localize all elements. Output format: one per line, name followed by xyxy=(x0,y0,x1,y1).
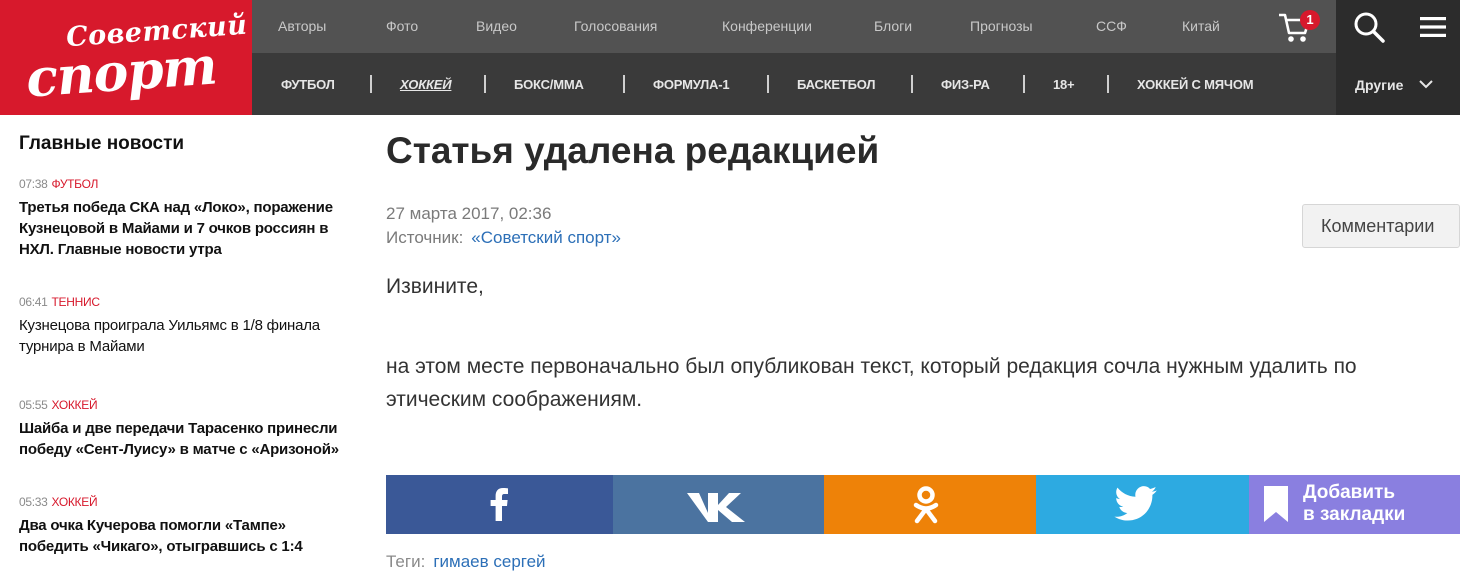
cart-badge: 1 xyxy=(1300,10,1320,30)
sport-nav-item-boxing-mma[interactable]: БОКС/ММА xyxy=(514,77,584,92)
source-label: Источник: xyxy=(386,228,464,247)
news-item[interactable]: 07:38 ФУТБОЛ Третья победа СКА над «Локо»… xyxy=(19,177,344,260)
odnoklassniki-icon xyxy=(913,486,939,524)
sport-nav-item-formula1[interactable]: ФОРМУЛА-1 xyxy=(653,77,730,92)
article-paragraph: Извините, xyxy=(386,275,484,298)
bookmark-label-line1: Добавить xyxy=(1303,482,1396,503)
sidebar-main-news: Главные новости 07:38 ФУТБОЛ Третья побед… xyxy=(0,115,360,582)
sport-nav: ФУТБОЛ ХОККЕЙ БОКС/ММА ФОРМУЛА-1 БАСКЕТБ… xyxy=(252,53,1336,115)
article-paragraph: на этом месте первоначально был опублико… xyxy=(386,355,1357,411)
nav-separator xyxy=(1023,75,1025,93)
cart-button[interactable]: 1 xyxy=(1278,10,1322,44)
news-item[interactable]: 06:41 ТЕННИС Кузнецова проиграла Уильямс … xyxy=(19,295,344,357)
sport-nav-item-football[interactable]: ФУТБОЛ xyxy=(281,77,335,92)
nav-separator xyxy=(623,75,625,93)
news-category[interactable]: ХОККЕЙ xyxy=(52,398,98,412)
sport-nav-item-basketball[interactable]: БАСКЕТБОЛ xyxy=(797,77,876,92)
news-title[interactable]: Шайба и две передачи Тарасенко принесли … xyxy=(19,418,344,460)
share-vk-button[interactable] xyxy=(613,475,824,534)
site-logo[interactable]: Советский спорт xyxy=(0,0,252,115)
nav-separator xyxy=(767,75,769,93)
news-time: 07:38 xyxy=(19,177,48,191)
sport-nav-item-18plus[interactable]: 18+ xyxy=(1053,77,1075,92)
share-twitter-button[interactable] xyxy=(1036,475,1249,534)
news-category[interactable]: ФУТБОЛ xyxy=(52,177,99,191)
news-category[interactable]: ТЕННИС xyxy=(52,295,100,309)
twitter-icon xyxy=(1114,486,1157,521)
article-source: Источник: «Советский спорт» xyxy=(386,228,621,248)
menu-button[interactable] xyxy=(1398,0,1460,53)
top-nav-item-forecasts[interactable]: Прогнозы xyxy=(970,18,1033,34)
nav-separator xyxy=(1107,75,1109,93)
bookmark-icon xyxy=(1264,486,1288,522)
news-time: 06:41 xyxy=(19,295,48,309)
article-title: Статья удалена редакцией xyxy=(386,130,880,171)
tags-label: Теги: xyxy=(386,552,426,571)
news-time: 05:33 xyxy=(19,495,48,509)
news-time: 05:55 xyxy=(19,398,48,412)
top-nav-item-blogs[interactable]: Блоги xyxy=(874,18,912,34)
top-nav-item-conferences[interactable]: Конференции xyxy=(722,18,812,34)
top-nav-item-polls[interactable]: Голосования xyxy=(574,18,657,34)
news-title[interactable]: Третья победа СКА над «Локо», поражение … xyxy=(19,197,344,260)
news-title[interactable]: Кузнецова проиграла Уильямс в 1/8 финала… xyxy=(19,315,344,357)
other-sports-label: Другие xyxy=(1355,77,1404,93)
other-sports-dropdown[interactable]: Другие xyxy=(1336,53,1460,115)
logo-text-line2: спорт xyxy=(24,35,219,110)
sport-nav-item-fizra[interactable]: ФИЗ-РА xyxy=(941,77,990,92)
top-nav-item-ssf[interactable]: ССФ xyxy=(1096,18,1127,34)
news-title[interactable]: Два очка Кучерова помогли «Тампе» победи… xyxy=(19,515,344,557)
nav-separator xyxy=(484,75,486,93)
top-nav-item-video[interactable]: Видео xyxy=(476,18,517,34)
sport-nav-item-hockey[interactable]: ХОККЕЙ xyxy=(400,77,452,92)
tags-row: Теги: гимаев сергей xyxy=(386,552,546,572)
nav-separator xyxy=(911,75,913,93)
top-nav-item-authors[interactable]: Авторы xyxy=(278,18,326,34)
nav-separator xyxy=(370,75,372,93)
top-nav-item-china[interactable]: Китай xyxy=(1182,18,1220,34)
share-facebook-button[interactable] xyxy=(386,475,613,534)
sidebar-title: Главные новости xyxy=(19,133,185,154)
top-nav-item-photo[interactable]: Фото xyxy=(386,18,418,34)
chevron-down-icon xyxy=(1419,80,1433,89)
share-odnoklassniki-button[interactable] xyxy=(824,475,1036,534)
sport-nav-item-bandy[interactable]: ХОККЕЙ С МЯЧОМ xyxy=(1137,77,1254,92)
bookmark-label-line2: в закладки xyxy=(1303,504,1406,525)
comments-button[interactable]: Комментарии xyxy=(1302,204,1460,248)
hamburger-menu-icon xyxy=(1420,17,1446,37)
news-item[interactable]: 05:55 ХОККЕЙ Шайба и две передачи Тарасен… xyxy=(19,398,344,460)
article-date: 27 марта 2017, 02:36 xyxy=(386,204,552,223)
add-bookmark-button[interactable]: Добавить в закладки xyxy=(1249,475,1460,534)
top-nav: Авторы Фото Видео Голосования Конференци… xyxy=(252,0,1336,53)
search-button[interactable] xyxy=(1336,0,1398,53)
search-icon xyxy=(1354,12,1385,43)
news-category[interactable]: ХОККЕЙ xyxy=(52,495,98,509)
facebook-icon xyxy=(490,488,508,521)
source-link[interactable]: «Советский спорт» xyxy=(471,228,621,247)
vk-icon xyxy=(687,493,745,522)
tag-link[interactable]: гимаев сергей xyxy=(433,552,545,571)
news-item[interactable]: 05:33 ХОККЕЙ Два очка Кучерова помогли «Т… xyxy=(19,495,344,557)
